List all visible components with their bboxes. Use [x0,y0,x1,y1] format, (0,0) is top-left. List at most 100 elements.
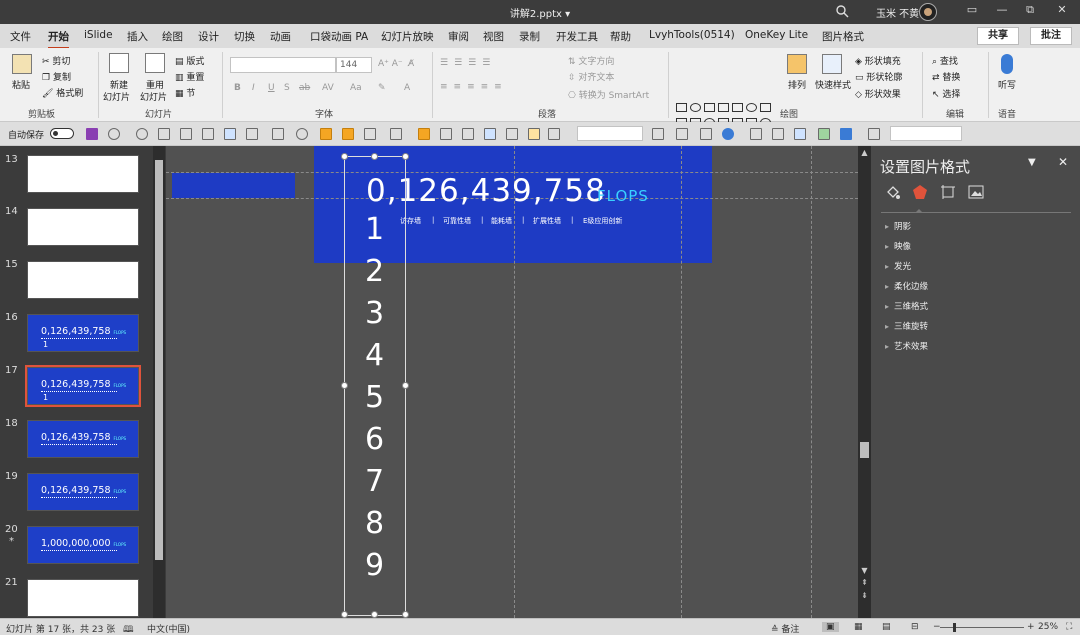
qat-combo[interactable] [890,126,962,141]
list-buttons[interactable]: ☰☰☰☰ [440,58,496,68]
replace-button[interactable]: ⇄ 替换 [932,70,960,83]
prev-slide-icon[interactable]: ⇞ [858,578,871,587]
slide-thumbnail-20[interactable]: 1,000,000,000 FLOPS [27,526,139,564]
qat-tool-icon[interactable] [484,128,496,140]
scroll-thumb[interactable] [860,442,869,458]
guide-line[interactable] [681,146,682,618]
fit-slide-icon[interactable]: ⛶ [1066,622,1072,632]
scroll-down-icon[interactable]: ▼ [858,566,871,575]
char-spacing-icon[interactable]: AV [322,83,334,93]
slide-thumbnail-16[interactable]: 0,126,439,758 FLOPS 1 [27,314,139,352]
zoom-level[interactable]: 25% [1038,622,1058,632]
align-icon[interactable] [364,128,376,140]
section-shadow[interactable]: 阴影 [885,220,911,232]
select-button[interactable]: ↖ 选择 [932,87,960,100]
section-3d-format[interactable]: 三维格式 [885,300,928,312]
tab-design[interactable]: 设计 [198,29,219,44]
slide-thumbnail-19[interactable]: 0,126,439,758 FLOPS [27,473,139,511]
shadow-button[interactable]: S [284,83,290,93]
tab-help[interactable]: 帮助 [610,29,631,44]
zoom-in-icon[interactable]: + [1027,622,1035,632]
qat-tool-icon[interactable] [548,128,560,140]
fill-line-icon[interactable] [885,184,901,200]
guide-line[interactable] [811,146,812,618]
save-icon[interactable] [86,128,98,140]
qat-tool-icon[interactable] [722,128,734,140]
section-artistic-effects[interactable]: 艺术效果 [885,340,928,352]
quick-styles-icon[interactable] [822,54,842,74]
pane-close-icon[interactable]: ✕ [1058,155,1068,169]
digit[interactable]: 9 [365,548,384,583]
guide-line[interactable] [514,146,515,618]
eyedropper-icon[interactable] [506,128,518,140]
shape-option[interactable] [760,103,771,112]
quick-styles-button[interactable]: 快速样式 [815,78,851,91]
strikethrough-button[interactable]: ab [299,83,310,93]
language-indicator[interactable]: 中文(中国) [147,622,190,635]
resize-handle[interactable] [341,153,348,160]
normal-view-icon[interactable]: ▣ [822,622,839,632]
undo-icon[interactable] [108,128,120,140]
arrange-button[interactable]: 排列 [788,78,806,91]
qat-tool-icon[interactable] [158,128,170,140]
tab-pa[interactable]: 口袋动画 PA [310,29,368,44]
shape-effects-button[interactable]: ◇ 形状效果 [855,87,901,100]
resize-handle[interactable] [341,382,348,389]
section-soft-edges[interactable]: 柔化边缘 [885,280,928,292]
shape-fill-button[interactable]: ◈ 形状填充 [855,54,901,67]
effects-icon[interactable] [912,184,928,200]
section-reflection[interactable]: 映像 [885,240,911,252]
smartart-button[interactable]: ⎔ 转换为 SmartArt [568,88,649,101]
new-slide-icon[interactable] [109,53,129,73]
shape-option[interactable] [732,103,743,112]
font-color-icon[interactable]: A [404,83,410,93]
flops-unit[interactable]: FLOPS [597,187,649,205]
blue-rectangle-shape[interactable] [172,173,295,198]
dictate-button[interactable]: 听写 [998,78,1016,91]
digit[interactable]: 8 [365,506,384,541]
layout-button[interactable]: ▤ 版式 [175,54,204,67]
qat-tool-icon[interactable] [320,128,332,140]
font-grow-icon[interactable]: A⁺ A⁻ [378,59,403,69]
qat-tool-icon[interactable] [840,128,852,140]
resize-handle[interactable] [402,153,409,160]
scroll-up-icon[interactable]: ▲ [858,148,871,157]
slide-thumbnail-18[interactable]: 0,126,439,758 FLOPS [27,420,139,458]
shape-option[interactable] [704,103,715,112]
reset-button[interactable]: ▥ 重置 [175,70,204,83]
canvas-scrollbar[interactable]: ▲ ▼ ⇞ ⇟ [858,146,871,618]
restore-button[interactable]: ⧉ [1021,3,1039,21]
reading-view-icon[interactable]: ▤ [882,622,891,632]
qat-tool-icon[interactable] [246,128,258,140]
slide-thumbnail-15[interactable] [27,261,139,299]
copy-button[interactable]: ❐ 复制 [42,70,71,83]
qat-tool-icon[interactable] [818,128,830,140]
qat-tool-icon[interactable] [390,128,402,140]
autosave-toggle[interactable] [50,128,74,139]
tab-file[interactable]: 文件 [10,29,31,44]
tab-draw[interactable]: 绘图 [162,29,183,44]
qat-tool-icon[interactable] [652,128,664,140]
user-name[interactable]: 玉米 不黄 [876,5,919,20]
section-glow[interactable]: 发光 [885,260,911,272]
redo-icon[interactable] [136,128,148,140]
pane-options-icon[interactable]: ▼ [1028,157,1036,168]
highlight-icon[interactable]: ✎ [378,83,386,93]
qat-tool-icon[interactable] [224,128,236,140]
slide-thumbnail-21[interactable] [27,579,139,617]
tab-lvyhtools[interactable]: LvyhTools(0514) [649,29,735,41]
shape-outline-button[interactable]: ▭ 形状轮廓 [855,70,902,83]
tab-onekey[interactable]: OneKey Lite [745,29,808,41]
minimize-button[interactable]: — [993,3,1011,21]
digit[interactable]: 3 [365,296,384,331]
paste-button[interactable]: 粘贴 [12,78,30,91]
underline-button[interactable]: U [268,83,275,93]
tab-animations[interactable]: 动画 [270,29,291,44]
tab-picture-format[interactable]: 图片格式 [822,29,864,44]
tab-review[interactable]: 审阅 [448,29,469,44]
tab-slideshow[interactable]: 幻灯片放映 [381,29,434,44]
align-text-button[interactable]: ⇳ 对齐文本 [568,70,614,83]
slide-canvas[interactable]: 0,126,439,758 FLOPS 访存墙 | 可靠性墙 | 能耗墙 | 扩… [166,146,858,618]
ribbon-display-options-icon[interactable]: ▭ [963,3,981,21]
avatar[interactable] [919,3,937,21]
